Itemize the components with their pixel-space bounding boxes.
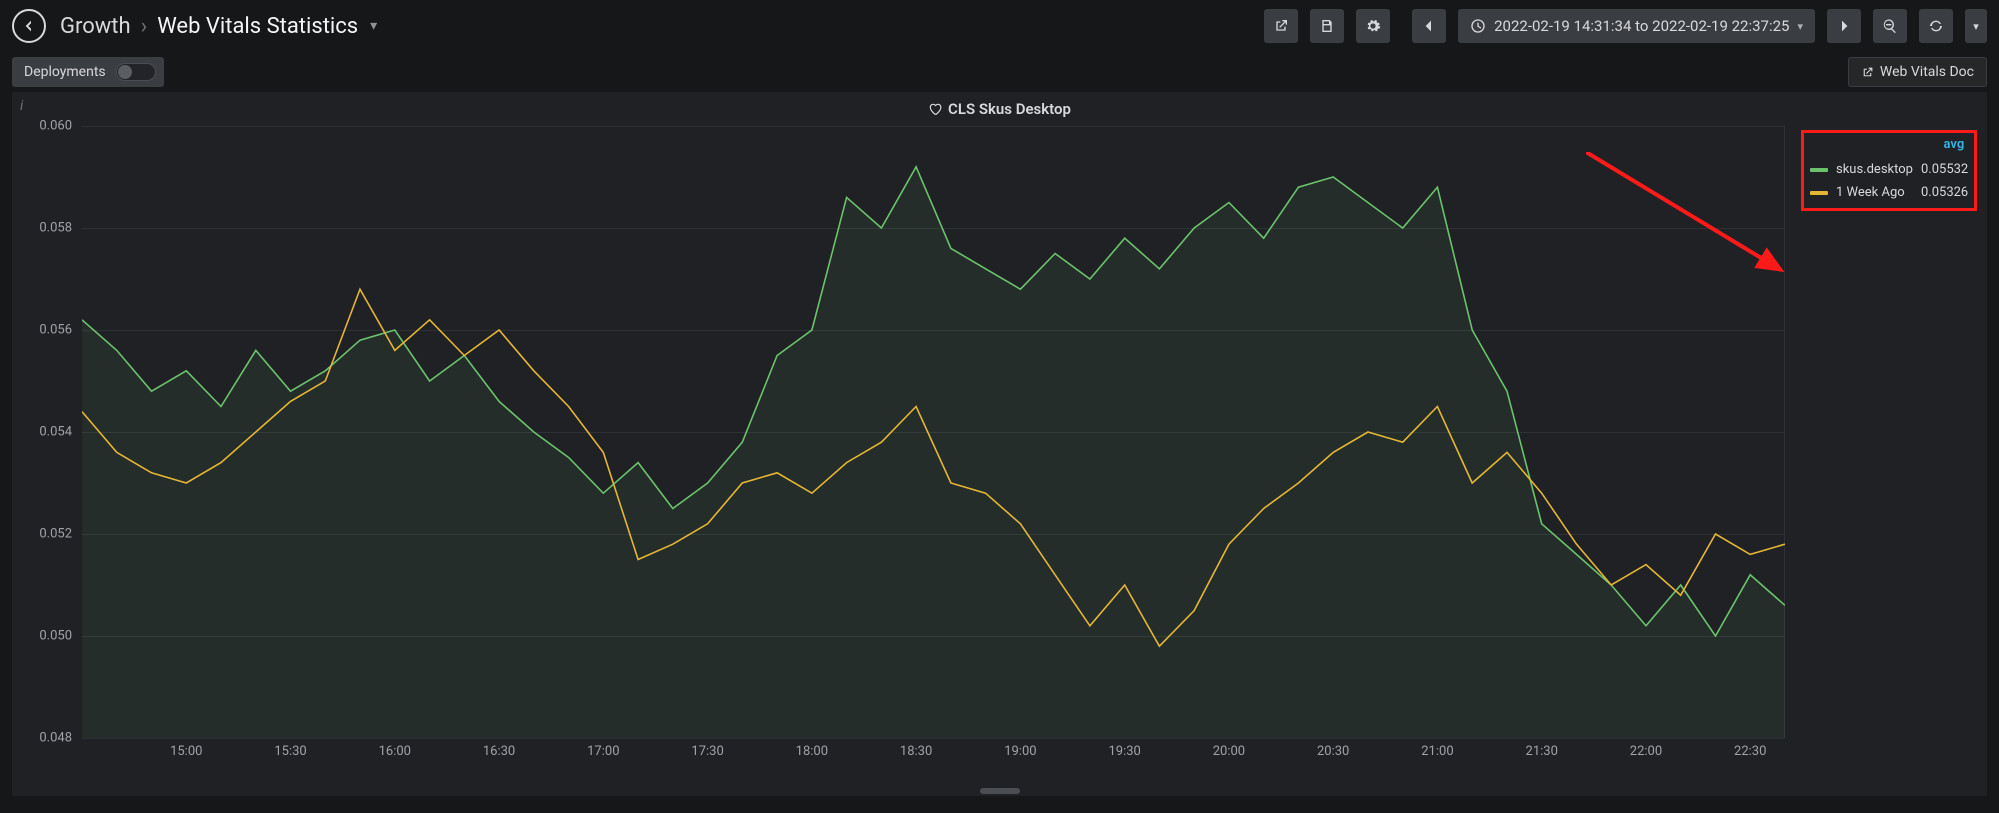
toggle-knob	[118, 65, 132, 79]
panel-title[interactable]: CLS Skus Desktop	[12, 92, 1987, 118]
settings-button[interactable]	[1356, 9, 1390, 43]
y-tick: 0.052	[39, 527, 72, 542]
time-prev-button[interactable]	[1412, 9, 1446, 43]
breadcrumb[interactable]: Growth › Web Vitals Statistics ▾	[60, 14, 377, 39]
deployments-toggle[interactable]: Deployments	[12, 57, 164, 87]
legend-highlight-box: avg skus.desktop 0.05532 1 Week Ago 0.05326	[1801, 130, 1977, 211]
x-tick: 18:00	[796, 744, 828, 759]
heart-icon	[928, 102, 942, 116]
y-tick: 0.054	[39, 425, 72, 440]
x-tick: 20:30	[1317, 744, 1349, 759]
legend-series-value: 0.05326	[1921, 185, 1968, 200]
legend-series-name: skus.desktop	[1836, 162, 1913, 177]
x-tick: 16:00	[379, 744, 411, 759]
chart-panel: i CLS Skus Desktop 0.048 0.050 0.052 0.054 0…	[12, 92, 1987, 796]
legend-row[interactable]: 1 Week Ago 0.05326	[1810, 181, 1968, 204]
refresh-icon	[1928, 18, 1944, 34]
x-axis: 15:00 15:30 16:00 16:30 17:00 17:30 18:00 18:30…	[82, 738, 1785, 766]
legend-row[interactable]: skus.desktop 0.05532	[1810, 158, 1968, 181]
chevron-right-icon: ›	[141, 14, 148, 39]
x-tick: 19:00	[1004, 744, 1036, 759]
x-tick: 20:00	[1213, 744, 1245, 759]
breadcrumb-root[interactable]: Growth	[60, 14, 131, 39]
chevron-left-icon	[1421, 18, 1437, 34]
x-tick: 22:30	[1734, 744, 1766, 759]
y-tick: 0.048	[39, 731, 72, 746]
chevron-right-icon	[1836, 18, 1852, 34]
y-tick: 0.056	[39, 323, 72, 338]
back-button[interactable]	[12, 9, 46, 43]
deployments-label: Deployments	[24, 64, 106, 80]
x-tick: 15:00	[170, 744, 202, 759]
top-toolbar: Growth › Web Vitals Statistics ▾ 2022-02…	[0, 0, 1999, 52]
zoom-out-icon	[1882, 18, 1898, 34]
x-tick: 21:00	[1421, 744, 1453, 759]
gear-icon	[1365, 18, 1381, 34]
legend-swatch	[1810, 191, 1828, 195]
legend-series-name: 1 Week Ago	[1836, 185, 1913, 200]
toggle-switch[interactable]	[116, 63, 156, 81]
x-tick: 15:30	[274, 744, 306, 759]
x-tick: 19:30	[1108, 744, 1140, 759]
save-icon	[1319, 18, 1335, 34]
chart-plot-area[interactable]: 0.0480.0500.0520.0540.0560.0580.060	[30, 126, 1785, 738]
clock-icon	[1470, 18, 1486, 34]
external-link-icon	[1861, 66, 1874, 79]
caret-down-icon[interactable]: ▾	[370, 18, 377, 34]
web-vitals-doc-link[interactable]: Web Vitals Doc	[1848, 57, 1987, 87]
breadcrumb-title[interactable]: Web Vitals Statistics	[157, 14, 358, 39]
zoom-out-button[interactable]	[1873, 9, 1907, 43]
chart-legend: avg skus.desktop 0.05532 1 Week Ago 0.05326	[1785, 126, 1983, 786]
x-tick: 21:30	[1526, 744, 1558, 759]
x-tick: 18:30	[900, 744, 932, 759]
panel-title-text: CLS Skus Desktop	[948, 100, 1071, 118]
caret-down-icon: ▾	[1797, 20, 1803, 33]
arrow-left-icon	[21, 18, 37, 34]
y-tick: 0.058	[39, 221, 72, 236]
y-tick: 0.050	[39, 629, 72, 644]
share-icon	[1273, 18, 1289, 34]
legend-header[interactable]: avg	[1810, 137, 1968, 152]
refresh-interval-picker[interactable]: ▾	[1965, 9, 1987, 43]
refresh-button[interactable]	[1919, 9, 1953, 43]
x-tick: 17:30	[691, 744, 723, 759]
panel-info-icon[interactable]: i	[20, 98, 23, 114]
legend-series-value: 0.05532	[1921, 162, 1968, 177]
x-tick: 17:00	[587, 744, 619, 759]
doc-link-label: Web Vitals Doc	[1880, 64, 1974, 80]
time-next-button[interactable]	[1827, 9, 1861, 43]
chart-series	[82, 126, 1785, 738]
share-button[interactable]	[1264, 9, 1298, 43]
x-tick: 22:00	[1630, 744, 1662, 759]
caret-down-icon: ▾	[1973, 20, 1979, 33]
save-button[interactable]	[1310, 9, 1344, 43]
y-axis: 0.0480.0500.0520.0540.0560.0580.060	[30, 126, 78, 738]
variables-bar: Deployments Web Vitals Doc	[0, 52, 1999, 92]
y-tick: 0.060	[39, 119, 72, 134]
legend-swatch	[1810, 168, 1828, 172]
series-area	[82, 167, 1785, 738]
time-range-label: 2022-02-19 14:31:34 to 2022-02-19 22:37:…	[1494, 17, 1789, 35]
x-tick: 16:30	[483, 744, 515, 759]
scrollbar-thumb[interactable]	[980, 788, 1020, 794]
time-range-picker[interactable]: 2022-02-19 14:31:34 to 2022-02-19 22:37:…	[1458, 9, 1815, 43]
